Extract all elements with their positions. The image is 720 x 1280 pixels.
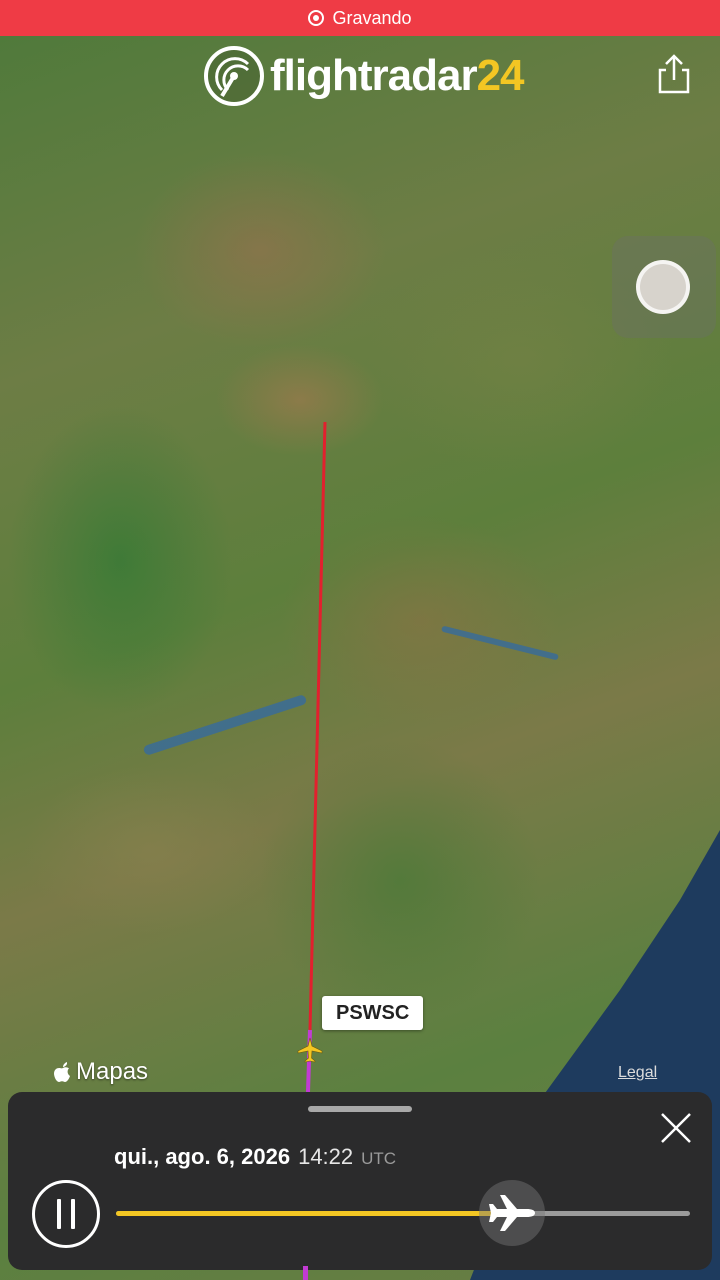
playback-date: qui., ago. 6, 2026 [114,1144,291,1169]
playback-time: 14:22 [298,1144,354,1169]
playback-timezone: UTC [361,1149,397,1168]
record-icon [308,10,325,26]
flight-track-tail-segment [303,1266,308,1280]
flight-path [306,421,327,1093]
share-button[interactable] [652,52,696,96]
share-icon [658,54,690,94]
maps-label: Mapas [76,1058,149,1085]
apple-logo-icon [54,1062,70,1082]
playback-panel: qui., ago. 6, 2026 14:22 UTC [8,1092,712,1270]
flight-callsign-label[interactable]: PSWSC [322,996,424,1030]
location-knob-icon[interactable] [636,260,690,314]
playback-slider-thumb[interactable] [479,1180,546,1246]
radar-logo-icon [204,46,264,106]
playback-slider[interactable] [116,1211,690,1216]
pause-button[interactable] [32,1180,100,1248]
maps-attribution: Mapas [52,1058,148,1086]
recording-banner[interactable]: Gravando [0,0,720,36]
map-location-control[interactable] [612,236,716,338]
logo-wordmark: flightradar24 [270,51,525,100]
recording-label: Gravando [332,7,412,28]
aircraft-icon[interactable] [296,1036,324,1064]
app-logo: flightradar24 [204,46,525,106]
playback-progress-fill [116,1211,513,1216]
close-icon [661,1113,691,1143]
close-button[interactable] [656,1108,696,1148]
pause-icon [57,1199,61,1229]
legal-link[interactable]: Legal [618,1064,657,1082]
airplane-icon [489,1195,536,1231]
drag-handle[interactable] [308,1106,412,1112]
playback-timestamp: qui., ago. 6, 2026 14:22 UTC [114,1144,396,1170]
flight-track-line [308,421,327,1031]
